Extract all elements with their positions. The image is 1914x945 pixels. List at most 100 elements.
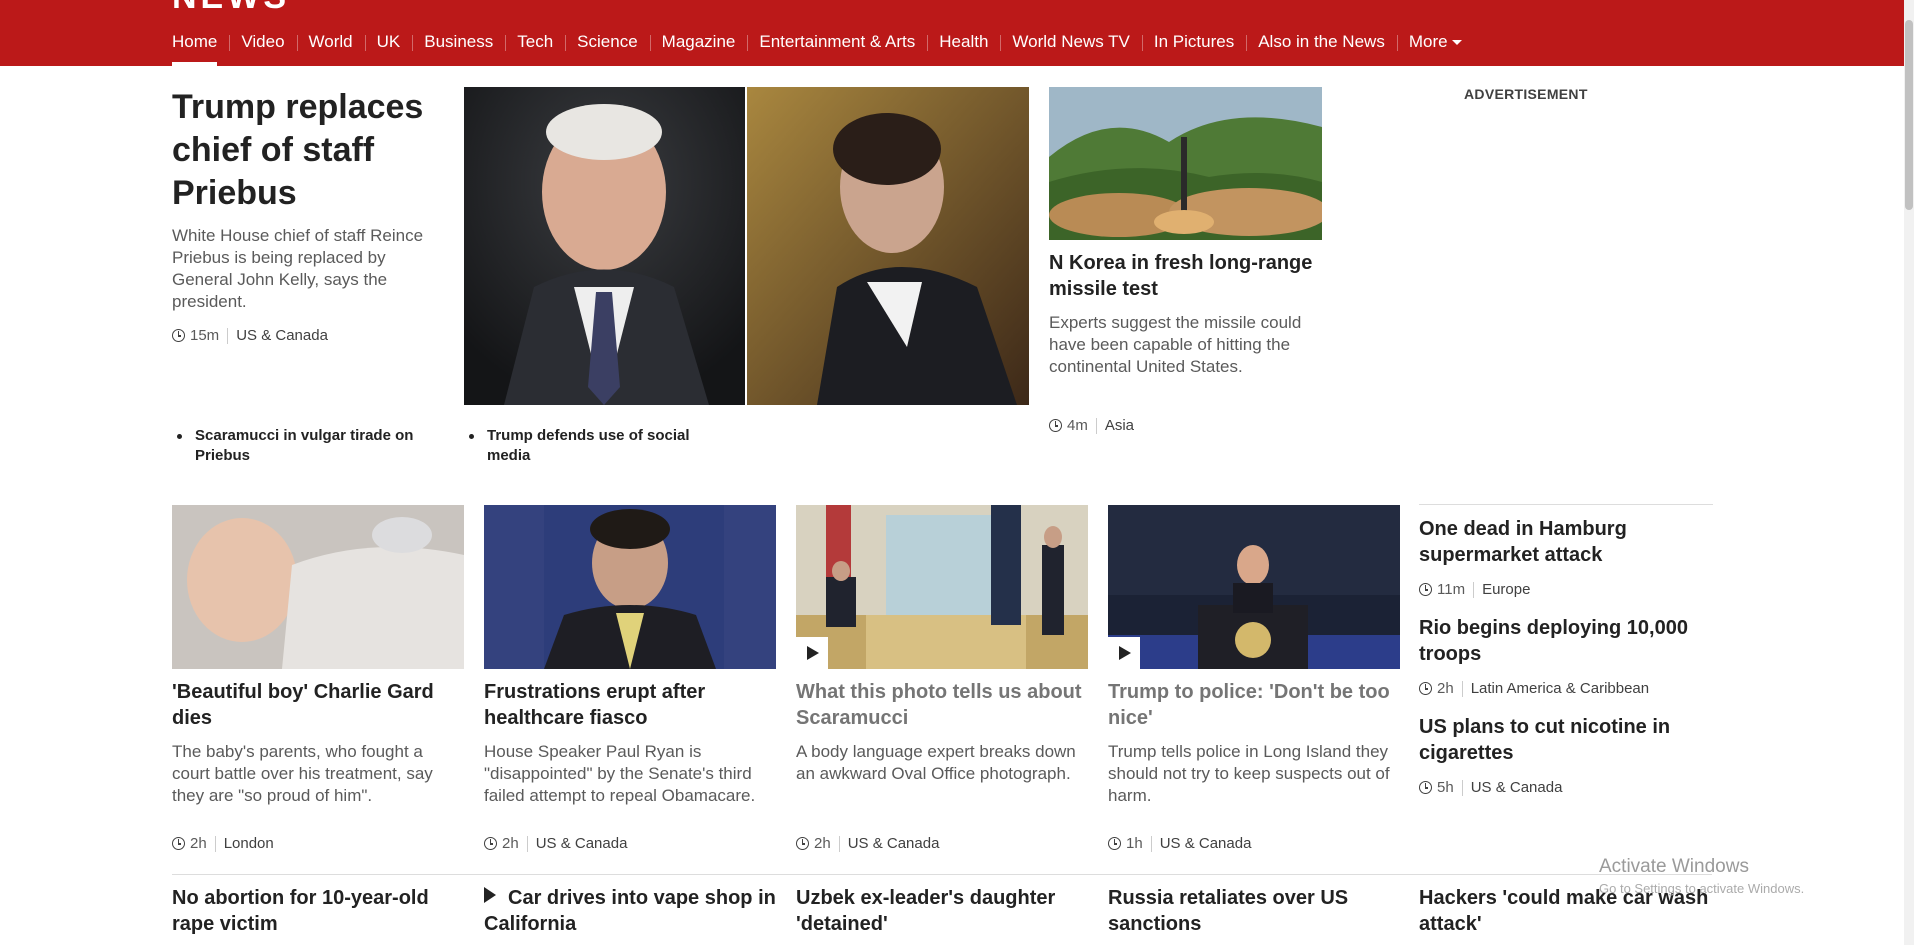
nav-home[interactable]: Home — [160, 26, 229, 66]
story-summary-scaramucci-photo: A body language expert breaks down an aw… — [796, 742, 1076, 783]
clock-icon — [796, 837, 809, 850]
story-summary-trump-police: Trump tells police in Long Island they s… — [1108, 742, 1390, 805]
divider — [1095, 417, 1097, 434]
story-time: 2h — [1437, 680, 1454, 697]
nav-also-in-the-news[interactable]: Also in the News — [1246, 26, 1397, 66]
top-nav-bar: NEWS Home Video World UK Business Tech S… — [0, 0, 1904, 66]
row3-headline-abortion[interactable]: No abortion for 10-year-old rape victim — [172, 885, 464, 937]
nav-more[interactable]: More — [1396, 26, 1474, 66]
nav-world[interactable]: World — [296, 26, 365, 66]
missile-photo — [1049, 87, 1322, 240]
caret-down-icon — [1451, 40, 1462, 46]
story-section-link[interactable]: US & Canada — [848, 835, 940, 852]
story-time: 2h — [502, 835, 519, 852]
story-headline-scaramucci-photo[interactable]: What this photo tells us about Scaramucc… — [796, 679, 1088, 731]
news-logo[interactable]: NEWS — [172, 0, 290, 17]
nav-health[interactable]: Health — [927, 26, 1000, 66]
story-section-link[interactable]: Europe — [1482, 581, 1530, 598]
paul-ryan-image[interactable] — [484, 505, 776, 669]
nkorea-missile-image[interactable] — [1049, 87, 1322, 240]
video-icon — [484, 887, 496, 903]
row-divider — [172, 874, 1712, 875]
nav-in-pictures[interactable]: In Pictures — [1141, 26, 1246, 66]
nav-science[interactable]: Science — [565, 26, 649, 66]
lead-image-kelly[interactable] — [464, 87, 745, 405]
clock-icon — [1108, 837, 1121, 850]
priebus-photo — [747, 87, 1029, 405]
advertisement-label: ADVERTISEMENT — [1464, 86, 1588, 102]
main-nav: Home Video World UK Business Tech Scienc… — [160, 26, 1474, 66]
lead-related-link-2[interactable]: Trump defends use of social media — [469, 426, 737, 466]
baby-photo — [172, 505, 464, 669]
story-time: 11m — [1437, 581, 1466, 598]
story-time: 2h — [814, 835, 831, 852]
story-time: 5h — [1437, 779, 1454, 796]
clock-icon — [1049, 419, 1062, 432]
story-section-link[interactable]: Latin America & Caribbean — [1471, 680, 1649, 697]
divider — [214, 835, 216, 852]
trump-police-photo — [1108, 505, 1400, 669]
row3-headline-uzbek[interactable]: Uzbek ex-leader's daughter 'detained' — [796, 885, 1088, 937]
oval-office-image[interactable] — [796, 505, 1088, 669]
story-summary-charlie-gard: The baby's parents, who fought a court b… — [172, 742, 433, 805]
story-meta-trump-police: 1h US & Canada — [1108, 835, 1251, 852]
side-meta-rio: 2h Latin America & Caribbean — [1419, 680, 1649, 697]
row3-headline-vape-shop[interactable]: Car drives into vape shop in California — [484, 885, 776, 937]
divider — [1150, 835, 1152, 852]
side-meta-nicotine: 5h US & Canada — [1419, 779, 1562, 796]
story-headline-charlie-gard[interactable]: 'Beautiful boy' Charlie Gard dies — [172, 679, 464, 731]
story-headline-healthcare[interactable]: Frustrations erupt after healthcare fias… — [484, 679, 776, 731]
story-section-link[interactable]: London — [224, 835, 274, 852]
kelly-photo — [464, 87, 745, 405]
lead-section-link[interactable]: US & Canada — [236, 327, 328, 344]
play-video-icon[interactable] — [1108, 637, 1140, 669]
story-section-link[interactable]: US & Canada — [1471, 779, 1563, 796]
story-meta-scaramucci-photo: 2h US & Canada — [796, 835, 939, 852]
lead-headline[interactable]: Trump replaces chief of staff Priebus — [172, 86, 442, 215]
nav-business[interactable]: Business — [412, 26, 505, 66]
nav-world-news-tv[interactable]: World News TV — [1000, 26, 1141, 66]
oval-office-photo — [796, 505, 1088, 669]
side-headline-hamburg[interactable]: One dead in Hamburg supermarket attack — [1419, 516, 1713, 568]
lead-related-link-1[interactable]: Scaramucci in vulgar tirade on Priebus — [177, 426, 445, 466]
clock-icon — [172, 837, 185, 850]
divider — [1473, 581, 1475, 598]
clock-icon — [1419, 583, 1432, 596]
secondary-summary: Experts suggest the missile could have b… — [1049, 313, 1302, 376]
vertical-scrollbar[interactable] — [1904, 0, 1914, 945]
side-headline-nicotine[interactable]: US plans to cut nicotine in cigarettes — [1419, 714, 1713, 766]
clock-icon — [1419, 682, 1432, 695]
nav-uk[interactable]: UK — [364, 26, 413, 66]
side-headline-rio[interactable]: Rio begins deploying 10,000 troops — [1419, 615, 1713, 667]
activate-windows-hint: Go to Settings to activate Windows. — [1599, 881, 1805, 896]
clock-icon — [1419, 781, 1432, 794]
story-section-link[interactable]: US & Canada — [1160, 835, 1252, 852]
divider — [526, 835, 528, 852]
story-meta-charlie-gard: 2h London — [172, 835, 274, 852]
lead-time: 15m — [190, 327, 220, 344]
side-meta-hamburg: 11m Europe — [1419, 581, 1530, 598]
divider — [838, 835, 840, 852]
secondary-meta: 4m Asia — [1049, 417, 1134, 434]
clock-icon — [484, 837, 497, 850]
secondary-headline[interactable]: N Korea in fresh long-range missile test — [1049, 250, 1324, 302]
clock-icon — [172, 329, 185, 342]
story-headline-trump-police[interactable]: Trump to police: 'Don't be too nice' — [1108, 679, 1400, 731]
story-meta-healthcare: 2h US & Canada — [484, 835, 627, 852]
nav-magazine[interactable]: Magazine — [649, 26, 748, 66]
lead-image-priebus[interactable] — [747, 87, 1029, 405]
scrollbar-thumb[interactable] — [1905, 20, 1913, 210]
secondary-section-link[interactable]: Asia — [1105, 417, 1134, 434]
nav-video[interactable]: Video — [229, 26, 296, 66]
nav-tech[interactable]: Tech — [505, 26, 565, 66]
activate-windows-title: Activate Windows — [1599, 856, 1749, 877]
play-video-icon[interactable] — [796, 637, 828, 669]
charlie-gard-image[interactable] — [172, 505, 464, 669]
story-section-link[interactable]: US & Canada — [536, 835, 628, 852]
row3-headline-russia[interactable]: Russia retaliates over US sanctions — [1108, 885, 1400, 937]
side-list-divider — [1419, 504, 1713, 505]
nav-entertainment-arts[interactable]: Entertainment & Arts — [747, 26, 927, 66]
trump-police-image[interactable] — [1108, 505, 1400, 669]
secondary-time: 4m — [1067, 417, 1088, 434]
divider — [1461, 779, 1463, 796]
